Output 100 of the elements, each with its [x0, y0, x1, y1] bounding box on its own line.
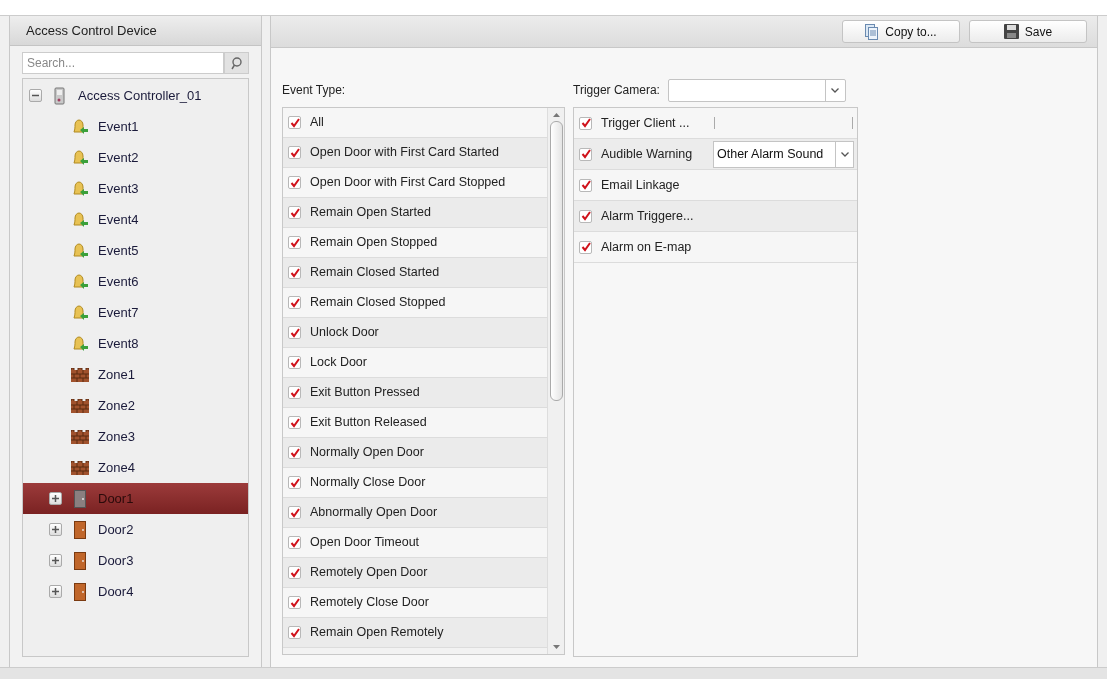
event-row[interactable]: All: [283, 108, 547, 138]
bell-icon: [71, 335, 89, 352]
checkbox[interactable]: [288, 356, 301, 369]
checkbox[interactable]: [288, 266, 301, 279]
event-label: Remotely Open Door: [310, 564, 428, 582]
collapse-toggle[interactable]: [29, 89, 42, 102]
event-label: Exit Button Pressed: [310, 384, 420, 402]
plus-icon: [52, 526, 59, 533]
tree-item[interactable]: Zone1: [23, 359, 248, 390]
tree-item[interactable]: Event3: [23, 173, 248, 204]
event-row[interactable]: Remain Open Started: [283, 198, 547, 228]
tree-item[interactable]: Access Controller_01: [23, 80, 248, 111]
tree-label: Event1: [98, 117, 139, 136]
search-icon: [231, 56, 243, 70]
linkage-label: Audible Warning: [601, 145, 694, 163]
event-row[interactable]: Remotely Open Door: [283, 558, 547, 588]
tree-item[interactable]: Door2: [23, 514, 248, 545]
event-row[interactable]: Exit Button Pressed: [283, 378, 547, 408]
sound-dropdown[interactable]: Other Alarm Sound: [713, 140, 854, 168]
event-label: Open Door with First Card Started: [310, 144, 499, 162]
bell-icon: [71, 304, 89, 321]
checkbox[interactable]: [288, 296, 301, 309]
checkbox[interactable]: [288, 446, 301, 459]
caret-icon: [831, 87, 840, 93]
minus-icon: [32, 92, 39, 99]
event-row[interactable]: Lock Door: [283, 348, 547, 378]
bell-icon: [71, 180, 89, 197]
tree-item[interactable]: Event5: [23, 235, 248, 266]
save-button[interactable]: Save: [969, 20, 1087, 43]
event-row[interactable]: Remain Closed Started: [283, 258, 547, 288]
linkage-row[interactable]: Alarm Triggere...: [574, 201, 857, 232]
tree-item[interactable]: Event2: [23, 142, 248, 173]
event-row[interactable]: Remain Open Stopped: [283, 228, 547, 258]
event-row[interactable]: Abnormally Open Door: [283, 498, 547, 528]
event-row[interactable]: Remain Closed Stopped: [283, 288, 547, 318]
copy-button[interactable]: Copy to...: [842, 20, 960, 43]
device-icon: [54, 86, 66, 105]
event-label: Remain Open Stopped: [310, 234, 438, 252]
event-row[interactable]: Open Door with First Card Stopped: [283, 168, 547, 198]
scrollbar-thumb[interactable]: [549, 121, 563, 401]
checkbox[interactable]: [288, 116, 301, 129]
checkbox[interactable]: [288, 626, 301, 639]
checkbox[interactable]: [579, 147, 592, 161]
event-label: Abnormally Open Door: [310, 504, 438, 522]
expand-toggle[interactable]: [49, 585, 62, 598]
checkbox[interactable]: [288, 206, 301, 219]
checkbox[interactable]: [288, 416, 301, 429]
expand-toggle[interactable]: [49, 492, 62, 505]
checkbox[interactable]: [579, 178, 592, 192]
tree-label: Door1: [98, 489, 134, 508]
event-row[interactable]: Normally Close Door: [283, 468, 547, 498]
tree-item[interactable]: Event8: [23, 328, 248, 359]
tree-item[interactable]: Zone3: [23, 421, 248, 452]
checkbox[interactable]: [288, 386, 301, 399]
search-field[interactable]: Search...: [22, 52, 225, 74]
tree-item[interactable]: Zone2: [23, 390, 248, 421]
tree-item[interactable]: Event6: [23, 266, 248, 297]
bell-icon: [71, 242, 89, 259]
checkbox[interactable]: [579, 209, 592, 223]
event-label: Remain Closed Started: [310, 264, 440, 282]
tree-item[interactable]: Zone4: [23, 452, 248, 483]
bell-icon: [71, 149, 89, 166]
door-icon: [74, 489, 86, 508]
tree-label: Access Controller_01: [78, 86, 202, 105]
event-row[interactable]: Unlock Door: [283, 318, 547, 348]
search-button[interactable]: [224, 52, 249, 74]
checkbox[interactable]: [288, 566, 301, 579]
event-row[interactable]: Remotely Close Door: [283, 588, 547, 618]
checkbox[interactable]: [288, 476, 301, 489]
tree-item[interactable]: Event7: [23, 297, 248, 328]
checkbox[interactable]: [288, 176, 301, 189]
checkbox[interactable]: [288, 506, 301, 519]
event-row[interactable]: Normally Open Door: [283, 438, 547, 468]
bell-icon: [71, 211, 89, 228]
tree-item[interactable]: Event4: [23, 204, 248, 235]
tree-label: Zone2: [98, 396, 135, 415]
checkbox[interactable]: [288, 326, 301, 339]
linkage-row[interactable]: Audible Warning Other Alarm Sound: [574, 139, 857, 170]
tree-item[interactable]: Door4: [23, 576, 248, 607]
bell-icon: [71, 273, 89, 290]
event-row[interactable]: Open Door Timeout: [283, 528, 547, 558]
checkbox[interactable]: [288, 236, 301, 249]
checkbox[interactable]: [288, 536, 301, 549]
checkbox[interactable]: [579, 116, 592, 130]
tree-item[interactable]: Door3: [23, 545, 248, 576]
scroll-down-icon[interactable]: [552, 645, 560, 649]
event-row[interactable]: Open Door with First Card Started: [283, 138, 547, 168]
expand-toggle[interactable]: [49, 554, 62, 567]
linkage-label: Alarm on E-map: [601, 238, 693, 256]
event-label: Exit Button Released: [310, 414, 427, 432]
checkbox[interactable]: [579, 240, 592, 254]
event-row[interactable]: Remain Open Remotely: [283, 618, 547, 648]
scroll-up-icon[interactable]: [552, 113, 560, 117]
checkbox[interactable]: [288, 596, 301, 609]
tree-label: Event6: [98, 272, 139, 291]
tree-item[interactable]: Event1: [23, 111, 248, 142]
event-row[interactable]: Exit Button Released: [283, 408, 547, 438]
expand-toggle[interactable]: [49, 523, 62, 536]
checkbox[interactable]: [288, 146, 301, 159]
event-type-label: Event Type:: [282, 82, 346, 99]
